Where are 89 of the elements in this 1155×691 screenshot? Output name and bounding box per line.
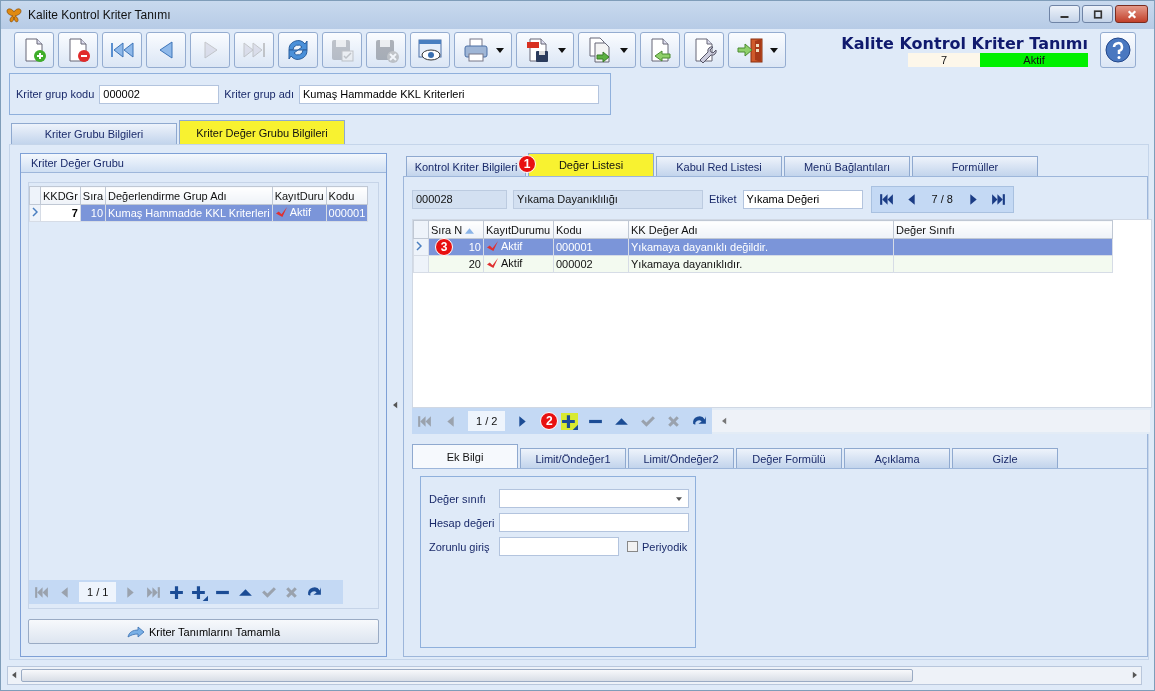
help-button[interactable] <box>1100 32 1136 68</box>
tab[interactable]: Kriter Grubu Bilgileri <box>11 123 177 144</box>
add-icon[interactable] <box>168 583 186 601</box>
text-field[interactable] <box>499 513 689 532</box>
caret-icon <box>770 47 778 53</box>
name-field: Yıkama Dayanıklılığı <box>513 189 703 209</box>
caret-icon <box>558 47 566 53</box>
exit-door-icon <box>736 36 764 64</box>
column-header[interactable]: Değer Sınıfı <box>893 220 1113 239</box>
tab[interactable]: Menü Bağlantıları <box>784 156 910 176</box>
text-field[interactable]: 000002 <box>99 84 220 104</box>
insert-icon[interactable] <box>561 412 579 430</box>
insert-icon[interactable] <box>191 583 209 601</box>
checkbox-label: Periyodik <box>642 540 688 553</box>
text-field[interactable] <box>499 537 619 556</box>
text-field[interactable]: Kumaş Hammadde KKL Kriterleri <box>298 84 599 104</box>
complete-button[interactable]: Kriter Tanımlarını Tamamla <box>28 619 379 644</box>
scroll-left-icon[interactable] <box>12 671 17 679</box>
tab[interactable]: Değer Formülü <box>736 448 842 468</box>
tab[interactable]: Limit/Öndeğer2 <box>628 448 734 468</box>
preview-icon <box>416 36 444 64</box>
record-number: 7 <box>908 52 980 67</box>
column-header[interactable]: Sıra N <box>428 220 484 239</box>
scroll-left-icon[interactable] <box>722 417 728 425</box>
minimize-button[interactable] <box>1049 5 1080 23</box>
checkbox[interactable] <box>627 541 638 552</box>
status-label: Aktif <box>980 52 1088 67</box>
column-header[interactable]: KayıtDurumu <box>483 220 554 239</box>
first-record-button[interactable] <box>102 32 142 68</box>
caret-icon <box>496 47 504 53</box>
caret-icon <box>620 47 628 53</box>
column-header[interactable]: KK Değer Adı <box>628 220 894 239</box>
tab[interactable]: Gizle <box>952 448 1058 468</box>
window-title: Kalite Kontrol Kriter Tanımı <box>28 8 172 22</box>
field-label: Etiket <box>709 193 737 205</box>
field-label: Kriter grup kodu <box>16 88 95 100</box>
minimize-icon <box>1060 15 1069 18</box>
column-header[interactable]: Kodu <box>326 186 368 205</box>
table-row[interactable]: 20 Aktif 000002 Yıkamaya dayanıklıdır. <box>413 255 1113 273</box>
code-field: 000028 <box>412 189 507 209</box>
form-title: Kalite Kontrol Kriter Tanımı <box>841 33 1088 53</box>
field-label: Zorunlu giriş <box>429 540 491 553</box>
pdf-save-button[interactable] <box>516 32 574 68</box>
field-label: Hesap değeri <box>429 516 495 529</box>
export-button[interactable] <box>578 32 636 68</box>
close-button[interactable] <box>1115 5 1148 23</box>
tab[interactable]: Kabul Red Listesi <box>656 156 782 176</box>
tab[interactable]: Kriter Değer Grubu Bilgileri <box>179 120 345 144</box>
column-header[interactable]: Değerlendirme Grup Adı <box>105 186 273 205</box>
printer-icon <box>462 36 490 64</box>
maximize-button[interactable] <box>1082 5 1113 23</box>
collapse-arrow-icon[interactable] <box>392 401 398 409</box>
panel-title: Kriter Değer Grubu <box>21 154 386 173</box>
field-label: Kriter grup adı <box>224 88 294 100</box>
label-field[interactable]: Yıkama Değeri <box>742 189 863 209</box>
tab[interactable]: Limit/Öndeğer1 <box>520 448 626 468</box>
table-row[interactable]: 7 10 Kumaş Hammadde KKL Kriterleri Aktif 000001 <box>29 204 368 222</box>
number-badge: 2 <box>540 412 559 430</box>
page-indicator: 1 / 2 <box>468 411 506 431</box>
exit-door-button[interactable] <box>728 32 786 68</box>
preview-button[interactable] <box>410 32 450 68</box>
butterfly-icon <box>6 7 22 23</box>
page-indicator: 1 / 1 <box>79 582 117 602</box>
caret-icon <box>676 496 682 501</box>
column-header[interactable]: KayıtDuru <box>272 186 327 205</box>
column-header[interactable]: Kodu <box>553 220 629 239</box>
record-position: 7 / 8 <box>930 193 954 205</box>
wrench-button[interactable] <box>684 32 724 68</box>
tab[interactable]: Formüller <box>912 156 1038 176</box>
tab[interactable]: Açıklama <box>844 448 950 468</box>
field-label: Değer sınıfı <box>429 492 487 505</box>
scroll-right-icon[interactable] <box>1132 671 1137 679</box>
row-indicator-icon <box>416 241 422 251</box>
tab[interactable]: Ek Bilgi <box>412 444 518 468</box>
row-indicator-icon <box>32 207 38 217</box>
number-badge: 3 <box>435 238 453 256</box>
dropdown-field[interactable] <box>499 489 689 508</box>
delete-document-button[interactable] <box>58 32 98 68</box>
new-document-button[interactable] <box>14 32 54 68</box>
horizontal-scrollbar[interactable] <box>7 665 1142 685</box>
previous-record-button[interactable] <box>146 32 186 68</box>
horizontal-scrollbar[interactable] <box>712 410 1150 432</box>
arrow-icon <box>127 625 145 638</box>
column-header[interactable]: Sıra <box>80 186 106 205</box>
help-icon <box>1104 36 1132 64</box>
column-header[interactable]: KKDGr <box>40 186 81 205</box>
table-row[interactable]: 3 10 Aktif 000001 Yıkamaya dayanıklı değildir. <box>413 238 1113 256</box>
refresh-button[interactable] <box>278 32 318 68</box>
import-button[interactable] <box>640 32 680 68</box>
